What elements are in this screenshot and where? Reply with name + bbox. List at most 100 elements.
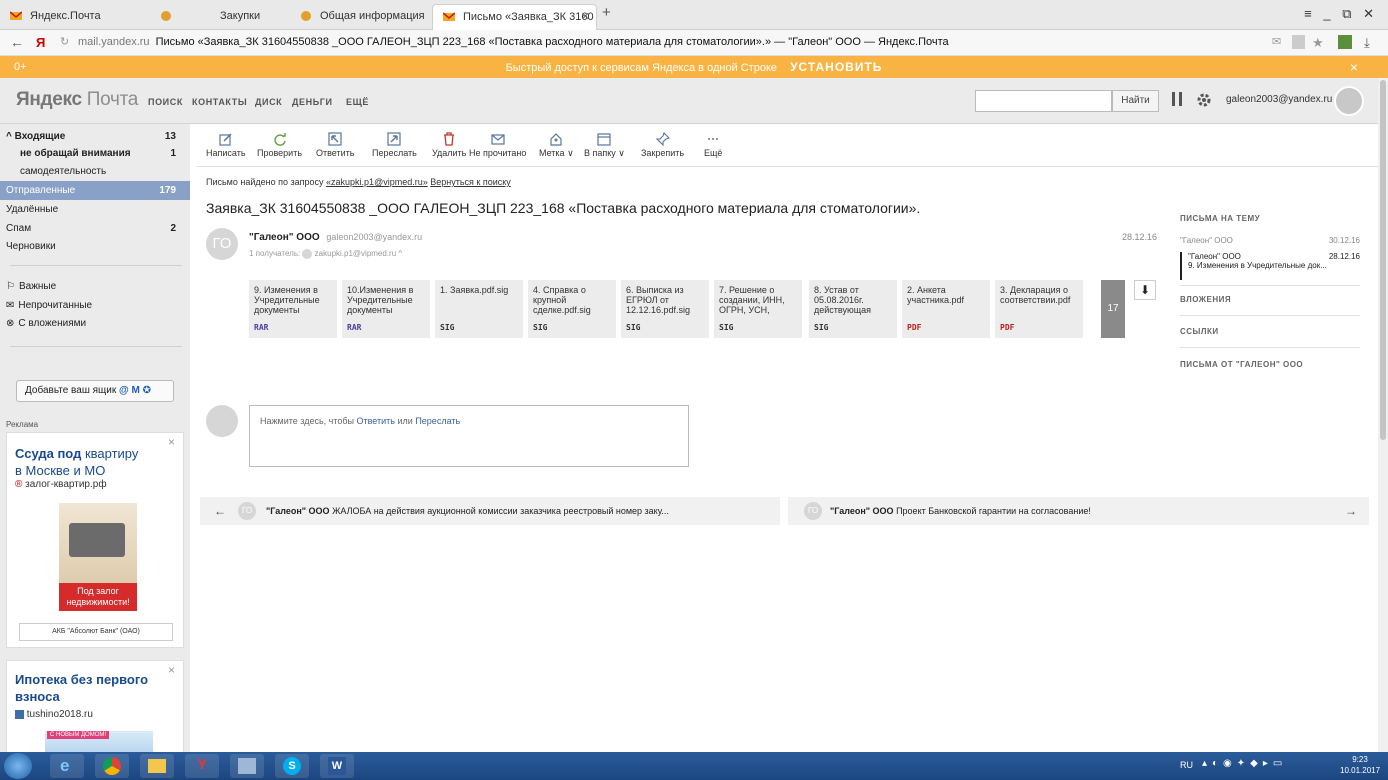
download-icon[interactable]: ⤓ [1364, 30, 1370, 55]
tray-icons[interactable]: ▴◐◉✦◆▸▭ [1202, 758, 1287, 769]
forward-link[interactable]: Переслать [415, 416, 460, 426]
columns-icon[interactable] [1172, 92, 1182, 106]
user-avatar[interactable] [1334, 86, 1364, 116]
ad-loan[interactable]: Ссуда под квартиру в Москве и МО × ® зало… [6, 432, 184, 648]
yandex-button[interactable]: Я [36, 30, 45, 55]
next-message[interactable]: ГО "Галеон" ООО Проект Банковской гарант… [788, 497, 1369, 525]
ad-close-icon[interactable]: × [168, 435, 175, 449]
folder-deleted[interactable]: Удалённые [0, 200, 190, 219]
filter-attachments[interactable]: ⊗ С вложениями [0, 314, 190, 333]
word-icon[interactable]: W [320, 754, 354, 778]
site-icon [301, 11, 311, 21]
mail-search-input[interactable] [975, 90, 1112, 112]
mark-unread-button[interactable]: Не прочитано [469, 132, 526, 158]
links-section[interactable]: ССЫЛКИ [1180, 327, 1219, 336]
ad-close-icon[interactable]: × [168, 663, 175, 677]
label-button[interactable]: Метка ∨ [539, 132, 574, 159]
back-button[interactable]: ← [10, 30, 24, 55]
ie-icon[interactable]: e [50, 754, 84, 778]
sender-email[interactable]: galeon2003@yandex.ru [326, 232, 422, 242]
ad-site[interactable]: ® залог-квартир.рф [15, 479, 107, 490]
window-controls[interactable]: ≡ _ ⧉ ✕ [1304, 6, 1378, 22]
compose-button[interactable]: Написать [206, 132, 246, 158]
tab-zakupki[interactable]: Закупки [190, 4, 290, 30]
attachment-tile[interactable]: 1. Заявка.pdf.sig SIG [435, 280, 523, 338]
move-to-folder-button[interactable]: В папку ∨ [584, 132, 625, 159]
reply-button[interactable]: Ответить [316, 132, 354, 158]
attachment-tile[interactable]: 3. Декларация о соответствии.pdf PDF [995, 280, 1083, 338]
ad-site[interactable]: tushino2018.ru [15, 709, 93, 720]
forward-button[interactable]: Переслать [372, 132, 417, 158]
folder-drafts[interactable]: Черновики [0, 237, 190, 256]
sender-name[interactable]: "Галеон" ООО [249, 232, 320, 243]
attachment-tile[interactable]: 2. Анкета участника.pdf PDF [902, 280, 990, 338]
nav-more[interactable]: ЕЩЁ [346, 97, 369, 107]
recipient-email[interactable]: zakupki.p1@vipmed.ru [315, 249, 397, 258]
language-indicator[interactable]: RU [1180, 760, 1193, 770]
filter-unread[interactable]: ✉ Непрочитанные [0, 296, 190, 315]
add-mailbox-button[interactable]: Добавьте ваш ящик @ M ✪ [16, 380, 174, 402]
search-button[interactable]: Найти [1112, 90, 1159, 112]
extension-icon[interactable] [1338, 35, 1352, 49]
url-field[interactable]: mail.yandex.ru Письмо «Заявка_ЗК 3160455… [78, 30, 1248, 55]
tab-unnamed[interactable] [150, 4, 190, 30]
clock[interactable]: 9:23 10.01.2017 [1340, 754, 1380, 776]
refresh-icon[interactable]: ↻ [60, 30, 69, 55]
folder-spam[interactable]: Спам 2 [0, 219, 190, 238]
app-icon[interactable] [230, 754, 264, 778]
tab-current-letter[interactable]: Письмо «Заявка_ЗК 3160 ✕ [432, 4, 597, 30]
page-icon[interactable] [1292, 35, 1305, 49]
ad-mortgage[interactable]: Ипотека без первого взноса × tushino2018… [6, 660, 184, 756]
attachment-tile[interactable]: 7. Решение о создании, ИНН, ОГРН, УСН, SI… [714, 280, 802, 338]
explorer-icon[interactable] [140, 754, 174, 778]
nav-money[interactable]: ДЕНЬГИ [292, 97, 333, 107]
delete-button[interactable]: Удалить [432, 132, 466, 158]
tab-general-info[interactable]: Общая информация [290, 4, 430, 30]
attachments-section[interactable]: ВЛОЖЕНИЯ [1180, 295, 1231, 304]
nav-disk[interactable]: ДИСК [255, 97, 282, 107]
pin-button[interactable]: Закрепить [641, 132, 684, 158]
folder-sent[interactable]: Отправленные 179 [0, 181, 190, 200]
chrome-icon[interactable] [95, 754, 129, 778]
scrollbar-thumb[interactable] [1380, 80, 1386, 440]
attachment-tile[interactable]: 10.Изменения в Учредительные документы RA… [342, 280, 430, 338]
filter-important[interactable]: ⚐ Важные [0, 277, 190, 296]
close-tab-icon[interactable]: ✕ [581, 5, 590, 29]
folder-amateur[interactable]: самодеятельность [0, 162, 190, 181]
attachment-tile[interactable]: 8. Устав от 05.08.2016г. действующая SIG [809, 280, 897, 338]
new-tab-button[interactable]: + [602, 4, 611, 21]
gear-icon[interactable] [1196, 92, 1212, 108]
thread-item-current[interactable]: "Галеон" ООО 28.12.16 9. Изменения в Учр… [1180, 252, 1360, 280]
tab-yandex-mail[interactable]: Яндекс.Почта [0, 4, 150, 30]
check-button[interactable]: Проверить [257, 132, 302, 158]
from-sender-section[interactable]: ПИСЬМА ОТ "ГАЛЕОН" ООО [1180, 360, 1303, 369]
attachment-tile[interactable]: 4. Справка о крупной сделке.pdf.sig SIG [528, 280, 616, 338]
attachment-tile[interactable]: 9. Изменения в Учредительные документы RA… [249, 280, 337, 338]
previous-message[interactable]: ← ГО "Галеон" ООО ЖАЛОБА на действия аук… [200, 497, 780, 525]
mail-header: Яндекс Почта ПОИСК КОНТАКТЫ ДИСК ДЕНЬГИ … [0, 78, 1378, 124]
download-all-icon[interactable]: ⬇ [1134, 280, 1156, 300]
search-query-link[interactable]: «zakupki.p1@vipmed.ru» [326, 177, 428, 187]
chevron-up-icon[interactable]: ^ [398, 249, 402, 258]
nav-contacts[interactable]: КОНТАКТЫ [192, 97, 247, 107]
quick-reply-box[interactable]: Нажмите здесь, чтобы Ответить или Пересл… [249, 405, 689, 467]
promo-close-icon[interactable]: × [1350, 56, 1358, 78]
thread-item[interactable]: "Галеон" ООО 30.12.16 [1180, 236, 1360, 245]
promo-install-button[interactable]: УСТАНОВИТЬ [790, 60, 882, 74]
more-attachments-counter[interactable]: 17 [1101, 280, 1125, 338]
bookmark-star-icon[interactable]: ★ [1312, 30, 1324, 55]
nav-search[interactable]: ПОИСК [148, 97, 183, 107]
start-button[interactable] [4, 753, 32, 779]
more-button[interactable]: Ещё [704, 132, 722, 158]
user-email[interactable]: galeon2003@yandex.ru [1226, 94, 1332, 105]
sender-avatar[interactable]: ГО [206, 228, 238, 260]
back-to-search-link[interactable]: Вернуться к поиску [430, 177, 511, 187]
mail-icon[interactable]: ✉ [1272, 30, 1281, 55]
yandex-browser-icon[interactable]: Y [185, 754, 219, 778]
skype-icon[interactable]: S [275, 754, 309, 778]
page-scrollbar[interactable] [1378, 78, 1388, 752]
attachment-tile[interactable]: 6. Выписка из ЕГРЮЛ от 12.12.16.pdf.sig S… [621, 280, 709, 338]
folder-ignore[interactable]: не обращай внимания 1 [0, 144, 190, 163]
reply-link[interactable]: Ответить [357, 416, 395, 426]
yandex-mail-logo[interactable]: Яндекс Почта [16, 89, 138, 111]
